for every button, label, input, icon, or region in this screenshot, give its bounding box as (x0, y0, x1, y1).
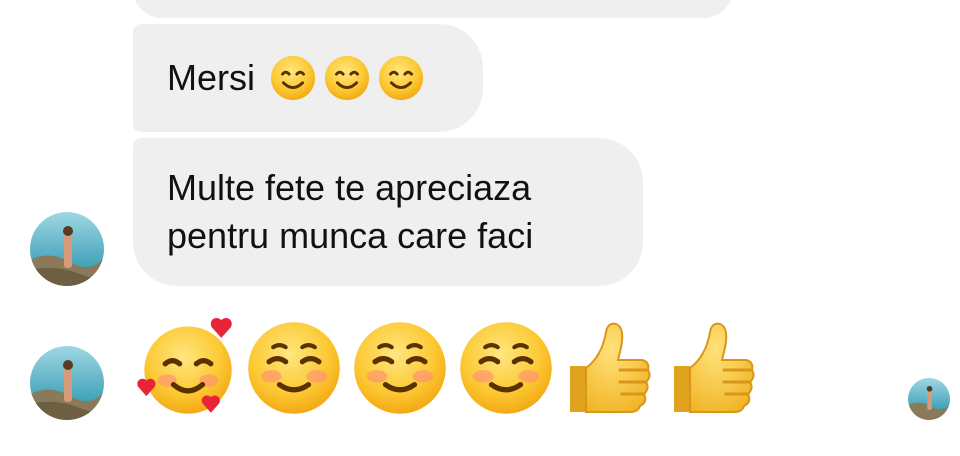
message-bubble-previous[interactable] (133, 0, 733, 18)
message-line: pentru munca care faci (167, 215, 534, 256)
message-bubble-thanks[interactable]: Mersi (133, 24, 483, 132)
message-text: Mersi (167, 57, 255, 98)
smiling-face-icon (460, 322, 552, 414)
thumbs-up-icon (570, 322, 651, 413)
smiling-face-icon (354, 322, 446, 414)
smiling-face-icon (378, 55, 424, 101)
read-receipt-avatar (908, 378, 950, 420)
smiling-face-icon (270, 55, 316, 101)
smiling-face-with-hearts-icon (137, 318, 232, 414)
avatar[interactable] (30, 212, 104, 286)
message-bubble-appreciation[interactable]: Multe fete te apreciaza pentru munca car… (133, 138, 643, 286)
avatar[interactable] (30, 346, 104, 420)
thumbs-up-icon (674, 322, 755, 413)
message-line: Multe fete te apreciaza (167, 167, 532, 208)
smiling-face-icon (324, 55, 370, 101)
smiling-face-icon (248, 322, 340, 414)
